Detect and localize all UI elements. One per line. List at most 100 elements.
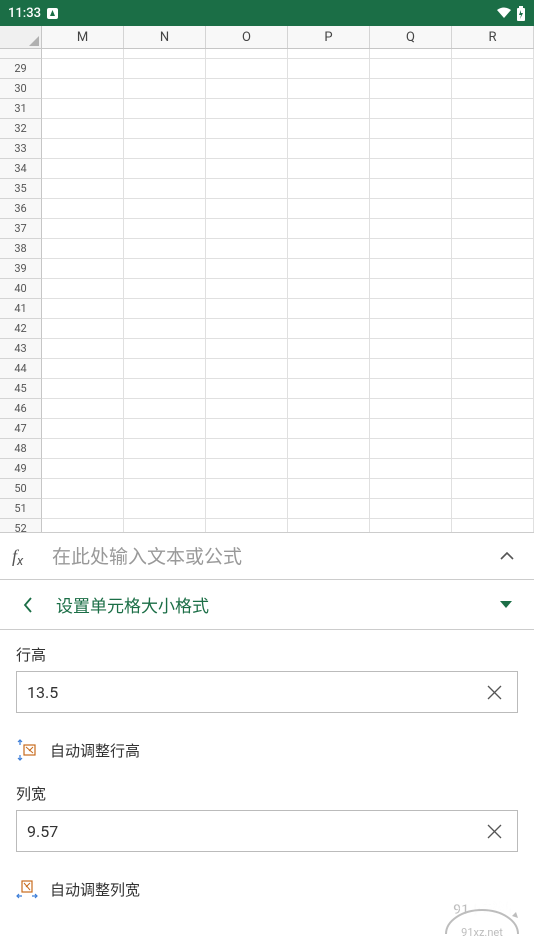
cell[interactable] bbox=[206, 359, 288, 379]
row-header[interactable]: 42 bbox=[0, 319, 42, 339]
cell[interactable] bbox=[452, 139, 534, 159]
col-width-input[interactable] bbox=[27, 822, 481, 841]
cell[interactable] bbox=[124, 399, 206, 419]
cell[interactable] bbox=[288, 139, 370, 159]
cell[interactable] bbox=[124, 159, 206, 179]
cell[interactable] bbox=[288, 319, 370, 339]
cell[interactable] bbox=[206, 279, 288, 299]
cell[interactable] bbox=[370, 479, 452, 499]
cell[interactable] bbox=[206, 339, 288, 359]
cell[interactable] bbox=[288, 379, 370, 399]
cell[interactable] bbox=[452, 359, 534, 379]
row-header[interactable]: 29 bbox=[0, 59, 42, 79]
cell[interactable] bbox=[42, 199, 124, 219]
cell[interactable] bbox=[288, 459, 370, 479]
cell[interactable] bbox=[370, 319, 452, 339]
cell[interactable] bbox=[206, 499, 288, 519]
cell[interactable] bbox=[288, 219, 370, 239]
cell[interactable] bbox=[370, 519, 452, 532]
cell[interactable] bbox=[452, 59, 534, 79]
cell[interactable] bbox=[42, 99, 124, 119]
row-header[interactable]: 43 bbox=[0, 339, 42, 359]
column-header[interactable]: R bbox=[452, 26, 534, 48]
cell[interactable] bbox=[206, 79, 288, 99]
cell[interactable] bbox=[288, 59, 370, 79]
row-height-input[interactable] bbox=[27, 683, 481, 702]
cell[interactable] bbox=[124, 279, 206, 299]
cell[interactable] bbox=[452, 119, 534, 139]
cell[interactable] bbox=[124, 119, 206, 139]
cell[interactable] bbox=[42, 179, 124, 199]
cell[interactable] bbox=[452, 379, 534, 399]
cell[interactable] bbox=[206, 49, 288, 59]
column-header[interactable]: O bbox=[206, 26, 288, 48]
cell[interactable] bbox=[288, 399, 370, 419]
cell[interactable] bbox=[42, 319, 124, 339]
cell[interactable] bbox=[370, 359, 452, 379]
cell[interactable] bbox=[206, 239, 288, 259]
row-header[interactable]: 31 bbox=[0, 99, 42, 119]
cell[interactable] bbox=[288, 179, 370, 199]
cell[interactable] bbox=[42, 419, 124, 439]
row-header[interactable]: 30 bbox=[0, 79, 42, 99]
row-header[interactable]: 45 bbox=[0, 379, 42, 399]
cell[interactable] bbox=[124, 419, 206, 439]
cell[interactable] bbox=[288, 279, 370, 299]
row-header[interactable]: 41 bbox=[0, 299, 42, 319]
cell[interactable] bbox=[452, 299, 534, 319]
cell[interactable] bbox=[370, 159, 452, 179]
cell[interactable] bbox=[42, 279, 124, 299]
cell[interactable] bbox=[42, 79, 124, 99]
row-header[interactable]: 36 bbox=[0, 199, 42, 219]
cell[interactable] bbox=[452, 439, 534, 459]
clear-row-height-button[interactable] bbox=[481, 679, 507, 705]
cell[interactable] bbox=[124, 339, 206, 359]
column-header[interactable]: M bbox=[42, 26, 124, 48]
cell[interactable] bbox=[42, 399, 124, 419]
cell[interactable] bbox=[206, 379, 288, 399]
cell[interactable] bbox=[42, 439, 124, 459]
cell[interactable] bbox=[124, 239, 206, 259]
column-header[interactable]: P bbox=[288, 26, 370, 48]
cell[interactable] bbox=[124, 299, 206, 319]
cell[interactable] bbox=[124, 499, 206, 519]
cell[interactable] bbox=[370, 139, 452, 159]
cell[interactable] bbox=[288, 49, 370, 59]
cell[interactable] bbox=[452, 239, 534, 259]
cell[interactable] bbox=[42, 49, 124, 59]
cell[interactable] bbox=[288, 499, 370, 519]
cell[interactable] bbox=[452, 459, 534, 479]
cell[interactable] bbox=[124, 519, 206, 532]
cell[interactable] bbox=[124, 219, 206, 239]
cell[interactable] bbox=[370, 419, 452, 439]
cell[interactable] bbox=[42, 119, 124, 139]
clear-col-width-button[interactable] bbox=[481, 818, 507, 844]
cell[interactable] bbox=[206, 159, 288, 179]
row-header[interactable] bbox=[0, 49, 42, 59]
cell[interactable] bbox=[124, 359, 206, 379]
row-header[interactable]: 35 bbox=[0, 179, 42, 199]
cell[interactable] bbox=[124, 59, 206, 79]
cell[interactable] bbox=[124, 319, 206, 339]
cell[interactable] bbox=[42, 219, 124, 239]
row-header[interactable]: 50 bbox=[0, 479, 42, 499]
cell[interactable] bbox=[42, 459, 124, 479]
cell[interactable] bbox=[452, 99, 534, 119]
row-header[interactable]: 48 bbox=[0, 439, 42, 459]
cell[interactable] bbox=[288, 299, 370, 319]
cell[interactable] bbox=[288, 159, 370, 179]
cell[interactable] bbox=[124, 259, 206, 279]
cell[interactable] bbox=[124, 379, 206, 399]
spreadsheet-grid[interactable]: MNOPQR 293031323334353637383940414243444… bbox=[0, 26, 534, 532]
cell[interactable] bbox=[206, 199, 288, 219]
cell[interactable] bbox=[288, 79, 370, 99]
cell[interactable] bbox=[370, 499, 452, 519]
cell[interactable] bbox=[124, 99, 206, 119]
row-header[interactable]: 46 bbox=[0, 399, 42, 419]
cell[interactable] bbox=[370, 459, 452, 479]
cell[interactable] bbox=[288, 99, 370, 119]
cell[interactable] bbox=[206, 119, 288, 139]
auto-row-height-button[interactable]: 自动调整行高 bbox=[16, 733, 518, 779]
cell[interactable] bbox=[452, 419, 534, 439]
cell[interactable] bbox=[42, 339, 124, 359]
